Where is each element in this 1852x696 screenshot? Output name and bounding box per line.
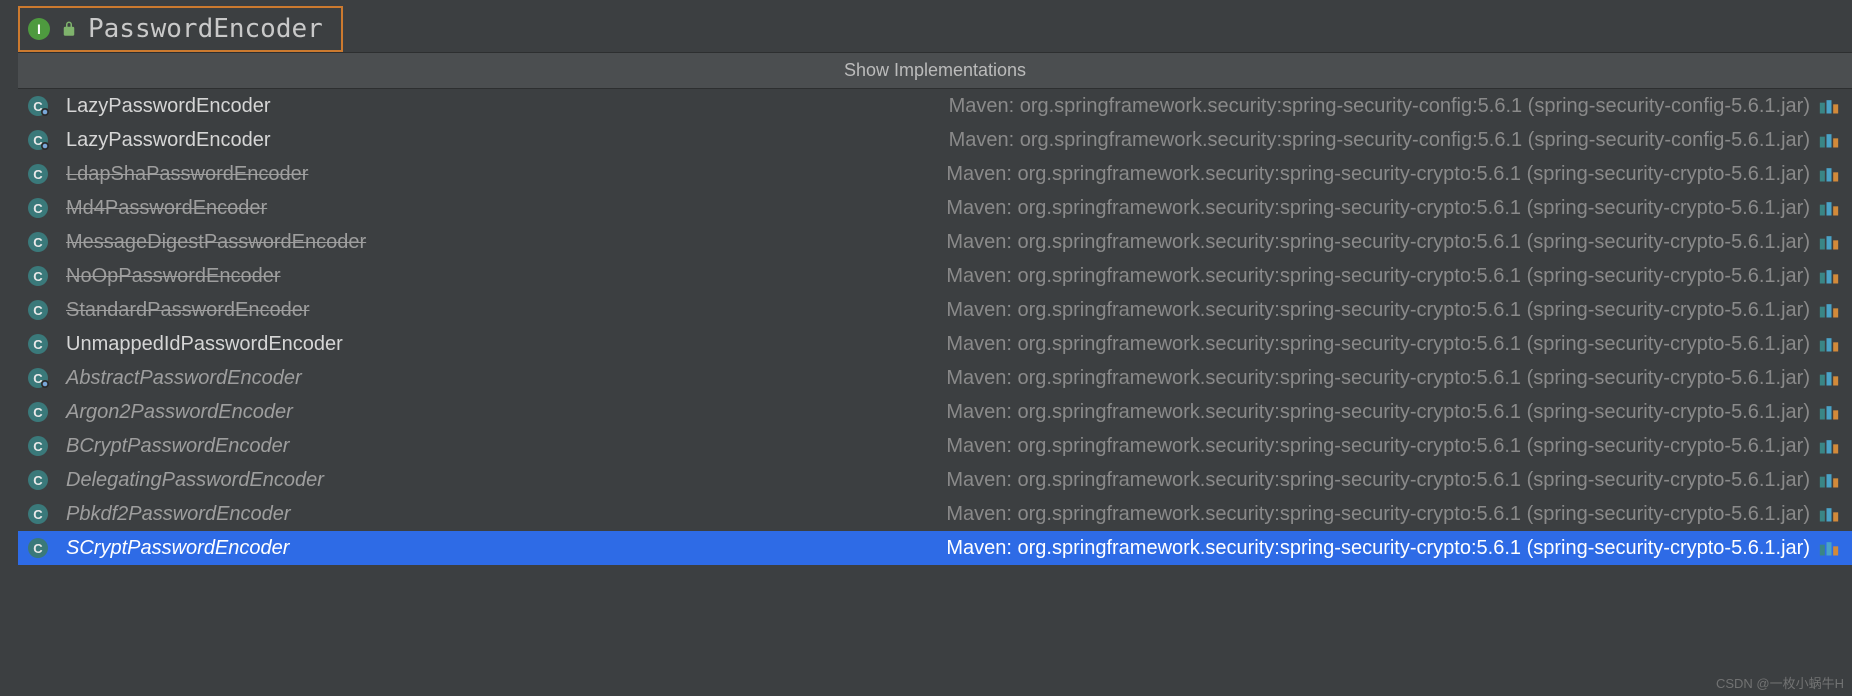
- list-item[interactable]: CAbstractPasswordEncoder Maven: org.sprin…: [18, 361, 1852, 395]
- library-icon: [1816, 437, 1842, 455]
- list-item[interactable]: CDelegatingPasswordEncoder Maven: org.spr…: [18, 463, 1852, 497]
- class-location: Maven: org.springframework.security:spri…: [946, 435, 1816, 458]
- class-icon: C: [28, 266, 66, 286]
- class-icon: C: [28, 402, 66, 422]
- library-icon: [1816, 301, 1842, 319]
- class-name: LazyPasswordEncoder: [66, 95, 271, 118]
- library-icon: [1816, 539, 1842, 557]
- library-icon: [1816, 131, 1842, 149]
- list-item[interactable]: CNoOpPasswordEncoder Maven: org.springfra…: [18, 259, 1852, 293]
- class-icon: C: [28, 300, 66, 320]
- list-item[interactable]: CLdapShaPasswordEncoder Maven: org.spring…: [18, 157, 1852, 191]
- class-name: BCryptPasswordEncoder: [66, 435, 289, 458]
- class-location: Maven: org.springframework.security:spri…: [946, 299, 1816, 322]
- library-icon: [1816, 233, 1842, 251]
- class-icon: C: [28, 232, 66, 252]
- static-inner-class-icon: [40, 379, 50, 389]
- list-item[interactable]: CStandardPasswordEncoder Maven: org.sprin…: [18, 293, 1852, 327]
- class-location: Maven: org.springframework.security:spri…: [946, 163, 1816, 186]
- class-icon: C: [28, 96, 66, 116]
- class-location: Maven: org.springframework.security:spri…: [946, 401, 1816, 424]
- class-icon: C: [28, 334, 66, 354]
- class-name: SCryptPasswordEncoder: [66, 537, 289, 560]
- library-icon: [1816, 267, 1842, 285]
- class-name: NoOpPasswordEncoder: [66, 265, 281, 288]
- interface-icon: I: [28, 18, 50, 40]
- class-name: DelegatingPasswordEncoder: [66, 469, 324, 492]
- interface-header: I PasswordEncoder: [18, 6, 343, 52]
- class-location: Maven: org.springframework.security:spri…: [949, 129, 1816, 152]
- class-location: Maven: org.springframework.security:spri…: [946, 333, 1816, 356]
- library-icon: [1816, 165, 1842, 183]
- class-location: Maven: org.springframework.security:spri…: [946, 231, 1816, 254]
- library-icon: [1816, 335, 1842, 353]
- library-icon: [1816, 97, 1842, 115]
- list-item[interactable]: CMd4PasswordEncoder Maven: org.springfram…: [18, 191, 1852, 225]
- lock-icon: [60, 20, 78, 38]
- list-item[interactable]: CLazyPasswordEncoder Maven: org.springfra…: [18, 123, 1852, 157]
- class-name: LazyPasswordEncoder: [66, 129, 271, 152]
- class-icon: C: [28, 436, 66, 456]
- class-location: Maven: org.springframework.security:spri…: [946, 503, 1816, 526]
- class-name: MessageDigestPasswordEncoder: [66, 231, 366, 254]
- class-name: UnmappedIdPasswordEncoder: [66, 333, 343, 356]
- class-name: StandardPasswordEncoder: [66, 299, 309, 322]
- list-item[interactable]: CSCryptPasswordEncoder Maven: org.springf…: [18, 531, 1852, 565]
- library-icon: [1816, 471, 1842, 489]
- list-item[interactable]: CMessageDigestPasswordEncoder Maven: org.…: [18, 225, 1852, 259]
- class-name: Pbkdf2PasswordEncoder: [66, 503, 291, 526]
- library-icon: [1816, 403, 1842, 421]
- implementations-popup: Show Implementations CLazyPasswordEncode…: [18, 52, 1852, 696]
- list-item[interactable]: CLazyPasswordEncoder Maven: org.springfra…: [18, 89, 1852, 123]
- class-location: Maven: org.springframework.security:spri…: [946, 197, 1816, 220]
- class-location: Maven: org.springframework.security:spri…: [949, 95, 1816, 118]
- library-icon: [1816, 199, 1842, 217]
- library-icon: [1816, 505, 1842, 523]
- class-icon: C: [28, 470, 66, 490]
- list-item[interactable]: CPbkdf2PasswordEncoder Maven: org.springf…: [18, 497, 1852, 531]
- class-name: Md4PasswordEncoder: [66, 197, 267, 220]
- list-item[interactable]: CArgon2PasswordEncoder Maven: org.springf…: [18, 395, 1852, 429]
- class-location: Maven: org.springframework.security:spri…: [946, 537, 1816, 560]
- ide-implementations-popup: { "header": { "interface_name": "Passwor…: [0, 0, 1852, 696]
- interface-name: PasswordEncoder: [88, 14, 323, 44]
- class-name: Argon2PasswordEncoder: [66, 401, 293, 424]
- static-inner-class-icon: [40, 141, 50, 151]
- class-location: Maven: org.springframework.security:spri…: [946, 265, 1816, 288]
- class-icon: C: [28, 164, 66, 184]
- watermark: CSDN @一枚小蜗牛H: [1716, 673, 1844, 692]
- implementations-list[interactable]: CLazyPasswordEncoderMaven: org.springfra…: [18, 89, 1852, 696]
- class-icon: C: [28, 198, 66, 218]
- class-location: Maven: org.springframework.security:spri…: [946, 469, 1816, 492]
- list-item[interactable]: CUnmappedIdPasswordEncoder Maven: org.spr…: [18, 327, 1852, 361]
- class-location: Maven: org.springframework.security:spri…: [946, 367, 1816, 390]
- class-icon: C: [28, 538, 66, 558]
- class-icon: C: [28, 504, 66, 524]
- static-inner-class-icon: [40, 107, 50, 117]
- library-icon: [1816, 369, 1842, 387]
- class-icon: C: [28, 130, 66, 150]
- class-name: LdapShaPasswordEncoder: [66, 163, 308, 186]
- popup-title: Show Implementations: [18, 53, 1852, 89]
- list-item[interactable]: CBCryptPasswordEncoder Maven: org.springf…: [18, 429, 1852, 463]
- class-name: AbstractPasswordEncoder: [66, 367, 302, 390]
- class-icon: C: [28, 368, 66, 388]
